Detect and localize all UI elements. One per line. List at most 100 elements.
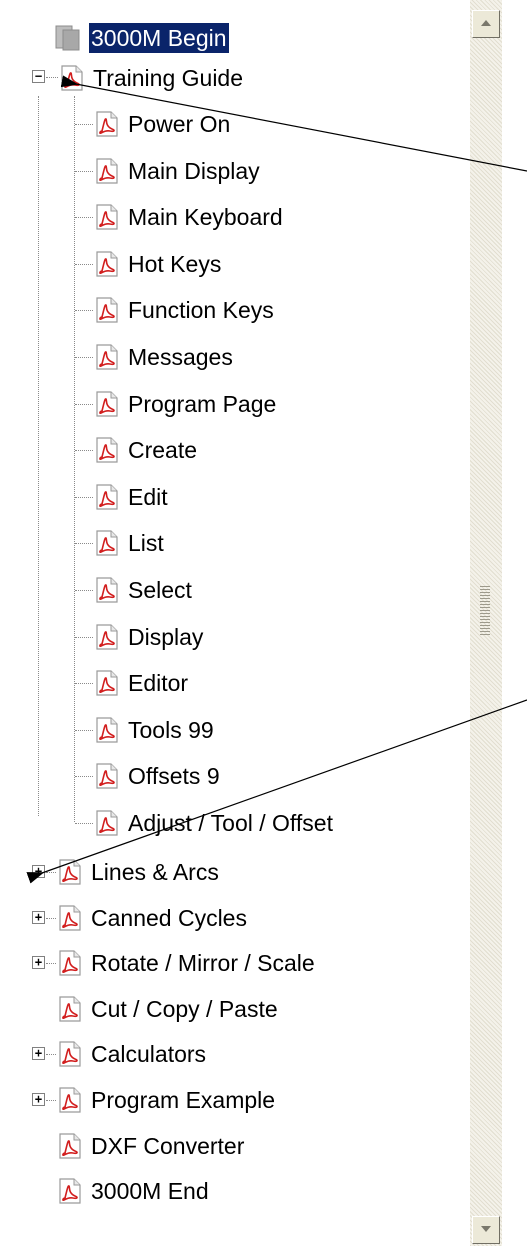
tree-connector-horizontal [75, 496, 93, 498]
pdf-icon [96, 297, 118, 324]
tree-connector-horizontal [75, 683, 93, 685]
vertical-scrollbar[interactable] [470, 0, 502, 1246]
tree-item-label: Function Keys [128, 297, 274, 324]
tree-item-3000m-begin[interactable]: 3000M Begin [54, 22, 229, 54]
tree-item-label: Program Example [91, 1087, 276, 1113]
tree-item-label: Messages [128, 344, 233, 370]
tree-item-label: Calculators [91, 1041, 207, 1068]
tree-item-power-on[interactable]: Power On [93, 108, 232, 140]
expand-toggle[interactable]: + [32, 956, 45, 970]
expand-toggle[interactable]: + [32, 910, 45, 924]
pdf-icon [61, 65, 83, 91]
tree-item-edit[interactable]: Edit [93, 481, 170, 513]
pdf-icon [96, 670, 118, 696]
pdf-icon [96, 157, 118, 184]
scrollbar-grip[interactable] [480, 585, 490, 635]
tree-item-label: Offsets 9 [128, 763, 220, 790]
arrow-up-icon [481, 20, 491, 26]
pdf-icon [96, 437, 118, 463]
tree-item-cut-copy-paste[interactable]: Cut / Copy / Paste [56, 993, 280, 1025]
tree-item-select[interactable]: Select [93, 574, 194, 606]
scroll-down-button[interactable] [472, 1216, 500, 1244]
tree-item-canned-cycles[interactable]: Canned Cycles [56, 902, 249, 934]
tree-item-offsets-9[interactable]: Offsets 9 [93, 760, 222, 792]
tree-item-tools-99[interactable]: Tools 99 [93, 714, 216, 746]
tree-item-label: DXF Converter [91, 1132, 245, 1159]
pdf-icon [96, 111, 118, 137]
expand-toggle[interactable]: + [32, 865, 45, 878]
tree-item-label: Edit [128, 483, 168, 510]
pdf-icon [96, 390, 118, 417]
pdf-icon [59, 1178, 81, 1204]
tree-item-label: Training Guide [93, 65, 244, 91]
scroll-up-button[interactable] [472, 10, 500, 38]
expand-toggle[interactable]: + [32, 1093, 45, 1106]
collapse-toggle[interactable]: − [32, 70, 45, 83]
tree-item-label: Main Display [128, 157, 260, 184]
pdf-icon [96, 577, 118, 603]
tree-connector-horizontal [75, 590, 93, 591]
tree-item-function-keys[interactable]: Function Keys [93, 294, 276, 326]
pdf-icon [59, 950, 81, 976]
pdf-icon [59, 995, 81, 1022]
pdf-icon [96, 483, 118, 510]
tree-item-label: Cut / Copy / Paste [91, 995, 278, 1022]
arrow-down-icon [481, 1226, 491, 1232]
tree-connector-horizontal [75, 729, 93, 731]
tree-item-label: Lines & Arcs [91, 859, 219, 885]
tree-item-editor[interactable]: Editor [93, 667, 190, 699]
pdf-icon [96, 204, 118, 230]
tree-item-label: Hot Keys [128, 250, 222, 277]
tree-connector-horizontal [46, 872, 56, 873]
tree-item-label: Main Keyboard [128, 204, 283, 231]
tree-item-main-display[interactable]: Main Display [93, 155, 262, 187]
tree-connector-horizontal [75, 263, 93, 265]
pdf-icon [96, 763, 118, 790]
tree-item-3000m-end[interactable]: 3000M End [56, 1175, 211, 1207]
tree-item-create[interactable]: Create [93, 434, 199, 466]
pdf-icon [96, 250, 118, 277]
document-pane [502, 0, 527, 1246]
pdf-icon [96, 716, 118, 743]
tree-item-messages[interactable]: Messages [93, 341, 235, 373]
tree-item-rotate-mirror-scale[interactable]: Rotate / Mirror / Scale [56, 947, 317, 979]
tree-item-calculators[interactable]: Calculators [56, 1038, 208, 1070]
tree-item-training-guide[interactable]: Training Guide [58, 62, 245, 94]
pdf-icon [59, 859, 81, 885]
tree-item-list[interactable]: List [93, 527, 166, 559]
tree-connector-horizontal [75, 357, 93, 358]
tree-connector-horizontal [75, 403, 93, 405]
tree-item-label: Display [128, 623, 204, 650]
pdf-icon [96, 810, 118, 836]
tree-item-label: Canned Cycles [91, 904, 247, 931]
tree-item-label: Power On [128, 111, 231, 137]
tree-connector-horizontal [46, 917, 56, 919]
tree-connector-horizontal [46, 1100, 56, 1101]
tree-item-display[interactable]: Display [93, 621, 205, 653]
tree-item-hot-keys[interactable]: Hot Keys [93, 248, 223, 280]
tree-item-label: Create [128, 437, 198, 464]
tree-connector-horizontal [75, 543, 93, 545]
expand-toggle[interactable]: + [32, 1047, 45, 1061]
tree-item-label: Rotate / Mirror / Scale [91, 950, 315, 977]
tree-item-main-keyboard[interactable]: Main Keyboard [93, 201, 285, 233]
pdf-icon [96, 623, 118, 650]
tree-item-label: List [128, 530, 164, 557]
tree-item-label: Adjust / Tool / Offset [128, 810, 333, 836]
tree-item-lines-arcs[interactable]: Lines & Arcs [56, 856, 221, 888]
tree-connector-horizontal [75, 450, 93, 452]
generic-document-icon [55, 25, 80, 51]
tree-connector-horizontal [46, 77, 58, 78]
tree-item-label: 3000M Begin [89, 23, 229, 53]
pdf-icon [59, 1041, 81, 1068]
tree-connector-horizontal [75, 776, 93, 778]
tree-item-adjust-tool-offset[interactable]: Adjust / Tool / Offset [93, 807, 335, 839]
tree-connector-horizontal [46, 1054, 56, 1056]
tree-item-program-page[interactable]: Program Page [93, 388, 278, 420]
tree-item-program-example[interactable]: Program Example [56, 1084, 277, 1116]
pdf-icon [96, 344, 118, 370]
pdf-icon [59, 1132, 81, 1159]
tree-item-dxf-converter[interactable]: DXF Converter [56, 1130, 246, 1162]
tree-connector-horizontal [75, 124, 93, 125]
tree-connector-horizontal [75, 636, 93, 638]
